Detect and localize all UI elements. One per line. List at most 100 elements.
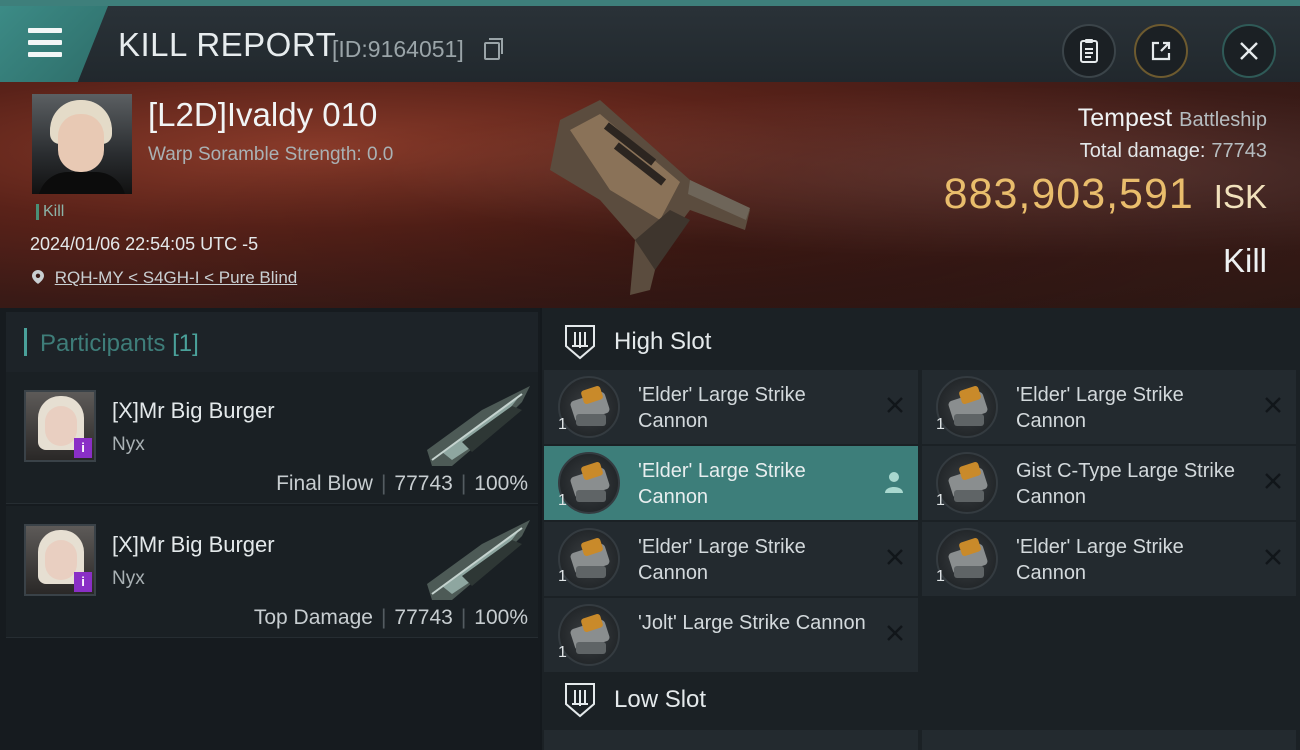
module-name: 'Jolt' Large Strike Cannon [638, 612, 866, 634]
warp-scramble-strength: Warp Soramble Strength: 0.0 [148, 144, 394, 165]
destroyed-icon [887, 625, 903, 641]
destroyed-icon [1265, 397, 1281, 413]
module-slot[interactable]: 1 'Jolt' Large Strike Cannon [544, 598, 918, 672]
cannon-module-icon [936, 452, 998, 514]
destroyed-icon [1265, 473, 1281, 489]
menu-button[interactable] [0, 6, 108, 82]
header-accent-bar [24, 328, 27, 356]
avatar[interactable]: i [24, 390, 96, 462]
module-qty: 1 [936, 568, 945, 585]
participant-name: [X]Mr Big Burger [112, 532, 275, 557]
high-slot-icon [565, 325, 595, 360]
participant-role: Final Blow [276, 472, 373, 495]
cannon-module-icon [558, 376, 620, 438]
isk-amount: 883,903,591 [943, 170, 1194, 218]
participant-stats: Top Damage | 77743 | 100% [253, 606, 528, 629]
clipboard-button[interactable] [1062, 24, 1116, 78]
total-damage-label: Total damage: [1079, 140, 1206, 162]
low-slot-header: Low Slot [546, 670, 1300, 730]
participant-card[interactable]: i [X]Mr Big Burger Nyx Final Blow | 77743 |… [6, 372, 538, 504]
total-damage: Total damage: 77743 [1080, 140, 1267, 163]
participant-percent: 100% [474, 606, 528, 629]
low-slot-icon [565, 683, 595, 718]
victim-name[interactable]: [L2D]Ivaldy 010 [148, 96, 377, 134]
isk-unit: ISK [1213, 178, 1267, 215]
module-qty: 1 [558, 644, 567, 661]
share-button[interactable] [1134, 24, 1188, 78]
module-qty: 1 [558, 492, 567, 509]
module-qty: 1 [558, 568, 567, 585]
kill-tag: Kill [36, 204, 64, 220]
participant-card[interactable]: i [X]Mr Big Burger Nyx Top Damage | 77743 |… [6, 506, 538, 638]
high-slot-header: High Slot [546, 312, 1300, 372]
ship-class: Battleship [1179, 109, 1267, 131]
module-qty: 1 [558, 416, 567, 433]
participants-label: Participants [1] [40, 330, 199, 358]
participant-name: [X]Mr Big Burger [112, 398, 275, 423]
dropped-person-icon [885, 472, 903, 493]
module-qty: 1 [936, 416, 945, 433]
fitting-panel: High Slot 1 'Elder' Large Strike Cannon … [542, 308, 1300, 750]
participant-ship-image [427, 520, 530, 600]
participant-damage: 77743 [394, 472, 453, 495]
module-name: 'Elder' Large Strike Cannon [638, 384, 806, 432]
low-slot-label: Low Slot [614, 686, 707, 713]
module-slot[interactable]: 1 'Elder' Large Strike Cannon [922, 522, 1296, 596]
module-name: 'Elder' Large Strike Cannon [638, 536, 806, 584]
module-name: 'Elder' Large Strike Cannon [1016, 536, 1184, 584]
module-name: 'Elder' Large Strike Cannon [638, 460, 806, 508]
participants-header: Participants [1] [6, 312, 538, 372]
module-name: 'Elder' Large Strike Cannon [1016, 384, 1184, 432]
page-title: KILL REPORT [118, 26, 337, 63]
ship-image [550, 100, 750, 295]
destroyed-icon [1265, 549, 1281, 565]
close-icon [1240, 42, 1258, 60]
module-slot[interactable]: 1 'Elder' Large Strike Cannon [544, 370, 918, 444]
victim-ship[interactable]: Tempest Battleship [1078, 104, 1267, 133]
cannon-module-icon [558, 604, 620, 666]
cannon-module-icon [558, 528, 620, 590]
module-qty: 1 [936, 492, 945, 509]
victim-banner: [L2D]Ivaldy 010 Warp Soramble Strength: … [0, 82, 1300, 308]
header-bar: KILL REPORT [ID:9164051] [0, 0, 1300, 82]
module-slot[interactable] [922, 730, 1296, 750]
close-button[interactable] [1222, 24, 1276, 78]
destroyed-icon [887, 397, 903, 413]
ship-name: Tempest [1077, 104, 1173, 132]
clipboard-icon [1080, 39, 1098, 63]
kill-result: Kill [1222, 242, 1267, 279]
high-slot-label: High Slot [614, 328, 712, 355]
module-slot[interactable]: 1 'Elder' Large Strike Cannon [922, 370, 1296, 444]
kill-datetime: 2024/01/06 22:54:05 UTC -5 [30, 234, 259, 254]
participant-percent: 100% [474, 472, 528, 495]
kill-location[interactable]: RQH-MY < S4GH-I < Pure Blind [32, 268, 297, 288]
participants-panel: Participants [1] i [X]Mr Big Burger Nyx … [0, 308, 540, 750]
module-name: Gist C-Type Large Strike Cannon [1016, 460, 1235, 508]
cannon-module-icon [936, 528, 998, 590]
hamburger-icon-line [28, 52, 62, 57]
copy-icon[interactable] [484, 38, 503, 60]
destroyed-icon [887, 549, 903, 565]
module-slot[interactable]: 1 'Elder' Large Strike Cannon [544, 522, 918, 596]
participant-role: Top Damage [253, 606, 373, 629]
isk-value: 883,903,591 ISK [944, 170, 1267, 219]
victim-avatar[interactable] [32, 94, 132, 194]
participant-stats: Final Blow | 77743 | 100% [276, 472, 528, 495]
participant-ship-image [427, 386, 530, 466]
cannon-module-icon [936, 376, 998, 438]
module-slot[interactable]: 1 Gist C-Type Large Strike Cannon [922, 446, 1296, 520]
participant-ship: Nyx [112, 568, 145, 589]
location-text[interactable]: RQH-MY < S4GH-I < Pure Blind [55, 268, 298, 287]
module-slot-selected[interactable]: 1 'Elder' Large Strike Cannon [544, 446, 918, 520]
report-id: [ID:9164051] [332, 36, 464, 62]
module-slot[interactable] [544, 730, 918, 750]
participant-ship: Nyx [112, 434, 145, 455]
cannon-module-icon [558, 452, 620, 514]
info-badge-icon: i [74, 438, 92, 458]
total-damage-value: 77743 [1211, 140, 1267, 162]
participants-count: [1] [172, 330, 199, 357]
location-pin-icon [32, 270, 44, 284]
share-icon [1151, 41, 1171, 61]
avatar[interactable]: i [24, 524, 96, 596]
participants-title: Participants [40, 330, 166, 357]
